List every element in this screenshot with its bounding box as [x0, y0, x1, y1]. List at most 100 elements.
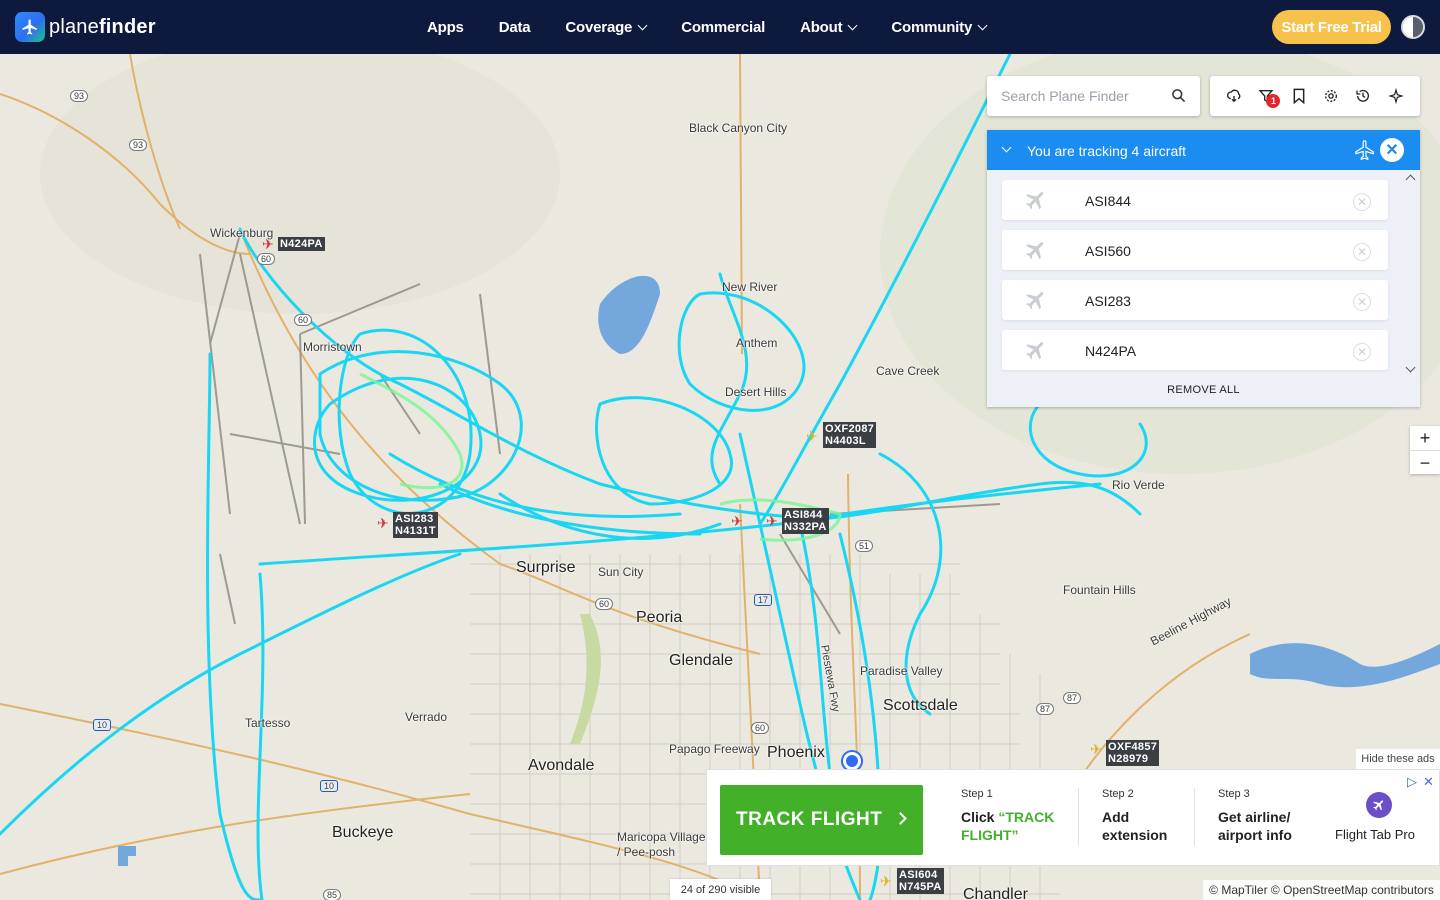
ad-info-icon[interactable]: ▷	[1407, 774, 1417, 790]
remove-all-button[interactable]: REMOVE ALL	[987, 384, 1420, 404]
chevron-down-icon[interactable]	[1001, 142, 1012, 153]
remove-aircraft-icon[interactable]: ✕	[1353, 343, 1371, 361]
scroll-up-icon[interactable]	[1405, 174, 1416, 185]
highway-shield: 60	[595, 598, 614, 610]
flight-tag[interactable]: N424PA	[278, 237, 325, 251]
chevron-down-icon	[977, 20, 988, 30]
aircraft-icon[interactable]: ✈	[806, 429, 818, 443]
flight-tag[interactable]: ASI604 N745PA	[897, 868, 944, 894]
aircraft-icon[interactable]: ✈	[377, 516, 389, 530]
flight-tab-pro-logo-icon	[1366, 792, 1392, 818]
nav-data[interactable]: Data	[499, 19, 531, 36]
nav-commercial[interactable]: Commercial	[681, 19, 765, 36]
place-label: Avondale	[528, 757, 595, 774]
interstate-shield: 10	[93, 719, 112, 731]
ad-banner: TRACK FLIGHT Step 1 Click “TRACK FLIGHT”…	[706, 769, 1440, 866]
close-icon[interactable]: ✕	[1423, 774, 1434, 790]
highway-shield: 51	[855, 540, 874, 552]
user-avatar[interactable]	[1401, 15, 1425, 39]
search-input[interactable]	[1001, 88, 1171, 104]
highway-shield: 87	[1036, 703, 1055, 715]
tracked-aircraft-item[interactable]: ASI560 ✕	[1002, 230, 1388, 270]
highway-shield: 93	[70, 90, 89, 102]
planefinder-logo[interactable]: planefinder	[15, 12, 156, 42]
ad-step-label: Step 3	[1218, 788, 1250, 800]
place-label: New River	[722, 280, 778, 294]
nav-coverage[interactable]: Coverage	[565, 19, 648, 36]
place-label: Phoenix	[767, 744, 825, 761]
aircraft-icon[interactable]: ✈	[262, 237, 274, 251]
place-label: Maricopa Village / Pee-posh	[617, 830, 706, 859]
nav-about[interactable]: About	[800, 19, 858, 36]
my-location-marker	[843, 752, 861, 770]
flight-tag[interactable]: ASI844 N332PA	[782, 508, 829, 534]
zoom-out-button[interactable]: −	[1410, 450, 1440, 474]
hide-ads-button[interactable]: Hide these ads	[1356, 749, 1440, 769]
weather-icon[interactable]	[1223, 85, 1245, 107]
zoom-in-button[interactable]: +	[1410, 426, 1440, 450]
chevron-right-icon	[894, 812, 907, 825]
tracked-aircraft-item[interactable]: ASI844 ✕	[1002, 180, 1388, 220]
place-label: Peoria	[636, 609, 683, 626]
tracked-aircraft-item[interactable]: N424PA ✕	[1002, 330, 1388, 370]
airplane-icon	[1354, 139, 1376, 166]
nav-community[interactable]: Community	[891, 19, 988, 36]
flight-tag[interactable]: ASI283 N4131T	[393, 512, 438, 538]
airplane-icon	[1024, 288, 1048, 317]
highway-shield: 85	[323, 889, 342, 900]
aircraft-icon[interactable]: ✈	[766, 514, 778, 528]
place-label: Tartesso	[245, 716, 291, 730]
history-icon[interactable]	[1352, 85, 1374, 107]
flight-tag[interactable]: OXF4857 N28979	[1106, 740, 1160, 766]
place-label: Chandler	[963, 886, 1028, 900]
scroll-down-icon[interactable]	[1405, 362, 1416, 373]
aircraft-callsign: ASI844	[1085, 193, 1131, 209]
nav-menu: Apps Data Coverage Commercial About Comm…	[427, 0, 1021, 54]
tracking-scrollbar[interactable]	[1402, 170, 1420, 380]
ad-step-2: Step 2 Add extension	[1102, 788, 1182, 844]
chevron-down-icon	[637, 20, 648, 30]
close-tracking-button[interactable]: ✕	[1380, 138, 1404, 162]
remove-aircraft-icon[interactable]: ✕	[1353, 293, 1371, 311]
ad-step-label: Step 2	[1102, 788, 1134, 800]
place-label: Surprise	[516, 559, 576, 576]
ad-choices[interactable]: ▷ ✕	[1407, 774, 1434, 790]
tracked-aircraft-list: ASI844 ✕ ASI560 ✕ ASI283 ✕ N424PA ✕	[987, 170, 1420, 380]
tracked-aircraft-item[interactable]: ASI283 ✕	[1002, 280, 1388, 320]
ad-button-label: TRACK FLIGHT	[736, 809, 883, 830]
aircraft-icon[interactable]: ✈	[1090, 742, 1102, 756]
ad-divider	[1194, 788, 1195, 846]
place-label: Papago Freeway	[669, 742, 760, 756]
ad-step-text: Get airline/ airport info	[1218, 809, 1292, 843]
place-label: Rio Verde	[1112, 478, 1165, 492]
tracking-panel: You are tracking 4 aircraft ✕ ASI844 ✕ A…	[987, 130, 1420, 407]
aircraft-icon[interactable]: ✈	[880, 874, 892, 888]
ad-step-3: Step 3 Get airline/ airport info	[1218, 788, 1314, 844]
nav-apps[interactable]: Apps	[427, 19, 464, 36]
tracking-header[interactable]: You are tracking 4 aircraft ✕	[987, 130, 1420, 170]
3d-view-icon[interactable]	[1385, 85, 1407, 107]
place-label: Sun City	[598, 565, 644, 579]
place-label: Anthem	[736, 336, 778, 350]
airplane-icon	[1024, 338, 1048, 367]
place-label: Morristown	[303, 340, 362, 354]
map-toolbar: 1	[1210, 76, 1420, 116]
search-icon[interactable]	[1171, 88, 1186, 108]
aircraft-icon[interactable]: ✈	[731, 514, 743, 528]
tracking-title: You are tracking 4 aircraft	[1027, 143, 1187, 159]
highway-shield: 60	[294, 314, 313, 326]
filter-icon[interactable]: 1	[1255, 85, 1281, 108]
settings-icon[interactable]	[1320, 85, 1342, 107]
map-attribution[interactable]: © MapTiler © OpenStreetMap contributors	[1203, 880, 1440, 900]
remove-aircraft-icon[interactable]: ✕	[1353, 243, 1371, 261]
ad-step-label: Step 1	[961, 788, 993, 800]
highway-shield: 60	[751, 722, 770, 734]
ad-step-text: Click “TRACK FLIGHT”	[961, 809, 1055, 843]
bookmark-icon[interactable]	[1288, 85, 1310, 107]
start-free-trial-button[interactable]: Start Free Trial	[1272, 10, 1391, 44]
airplane-icon	[1024, 238, 1048, 267]
remove-aircraft-icon[interactable]: ✕	[1353, 193, 1371, 211]
track-flight-ad-button[interactable]: TRACK FLIGHT	[720, 785, 923, 855]
flight-tag[interactable]: OXF2087 N4403L	[823, 422, 877, 448]
ad-brand-name: Flight Tab Pro	[1335, 827, 1415, 842]
